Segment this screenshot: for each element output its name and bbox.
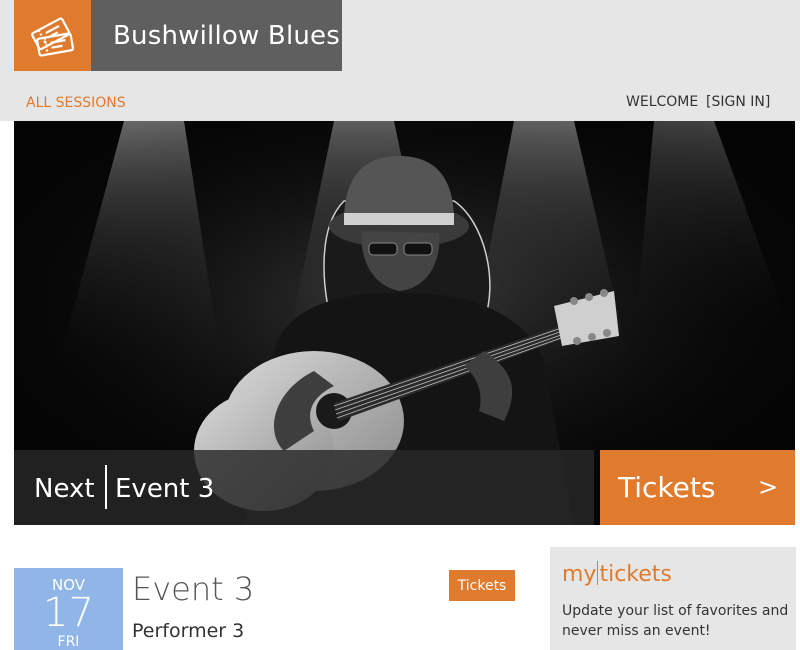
event-performer: Performer 3	[132, 620, 245, 642]
event-tickets-button[interactable]: Tickets	[449, 570, 515, 601]
next-event-name: Event 3	[115, 474, 215, 504]
my-tickets-title-tickets: tickets	[599, 562, 672, 587]
hero-tickets-button[interactable]: Tickets >	[600, 450, 795, 525]
sign-in-link[interactable]: [SIGN IN]	[706, 94, 770, 110]
next-label: Next	[34, 474, 95, 504]
tickets-icon	[30, 16, 74, 57]
hero-banner[interactable]: Next Event 3 Tickets >	[14, 121, 795, 525]
chevron-right-icon: >	[758, 473, 779, 501]
all-sessions-link[interactable]: ALL SESSIONS	[26, 95, 126, 111]
site-logo[interactable]	[14, 0, 91, 71]
next-event-bar[interactable]: Next Event 3	[14, 450, 594, 525]
my-tickets-title-my: my	[562, 562, 597, 587]
event-day: 17	[43, 590, 94, 636]
welcome-text: WELCOME	[626, 94, 699, 110]
next-separator	[105, 465, 107, 509]
event-weekday: FRI	[57, 634, 80, 650]
my-tickets-text: Update your list of favorites and never …	[562, 603, 789, 639]
event-title[interactable]: Event 3	[132, 570, 254, 608]
site-title-box[interactable]: Bushwillow Blues	[91, 0, 342, 71]
event-date-tile: NOV 17 FRI	[14, 568, 123, 650]
my-tickets-panel[interactable]: my tickets Update your list of favorites …	[550, 547, 796, 650]
my-tickets-title: my tickets	[562, 561, 672, 587]
hero-tickets-label: Tickets	[618, 471, 716, 504]
site-title: Bushwillow Blues	[113, 20, 340, 51]
